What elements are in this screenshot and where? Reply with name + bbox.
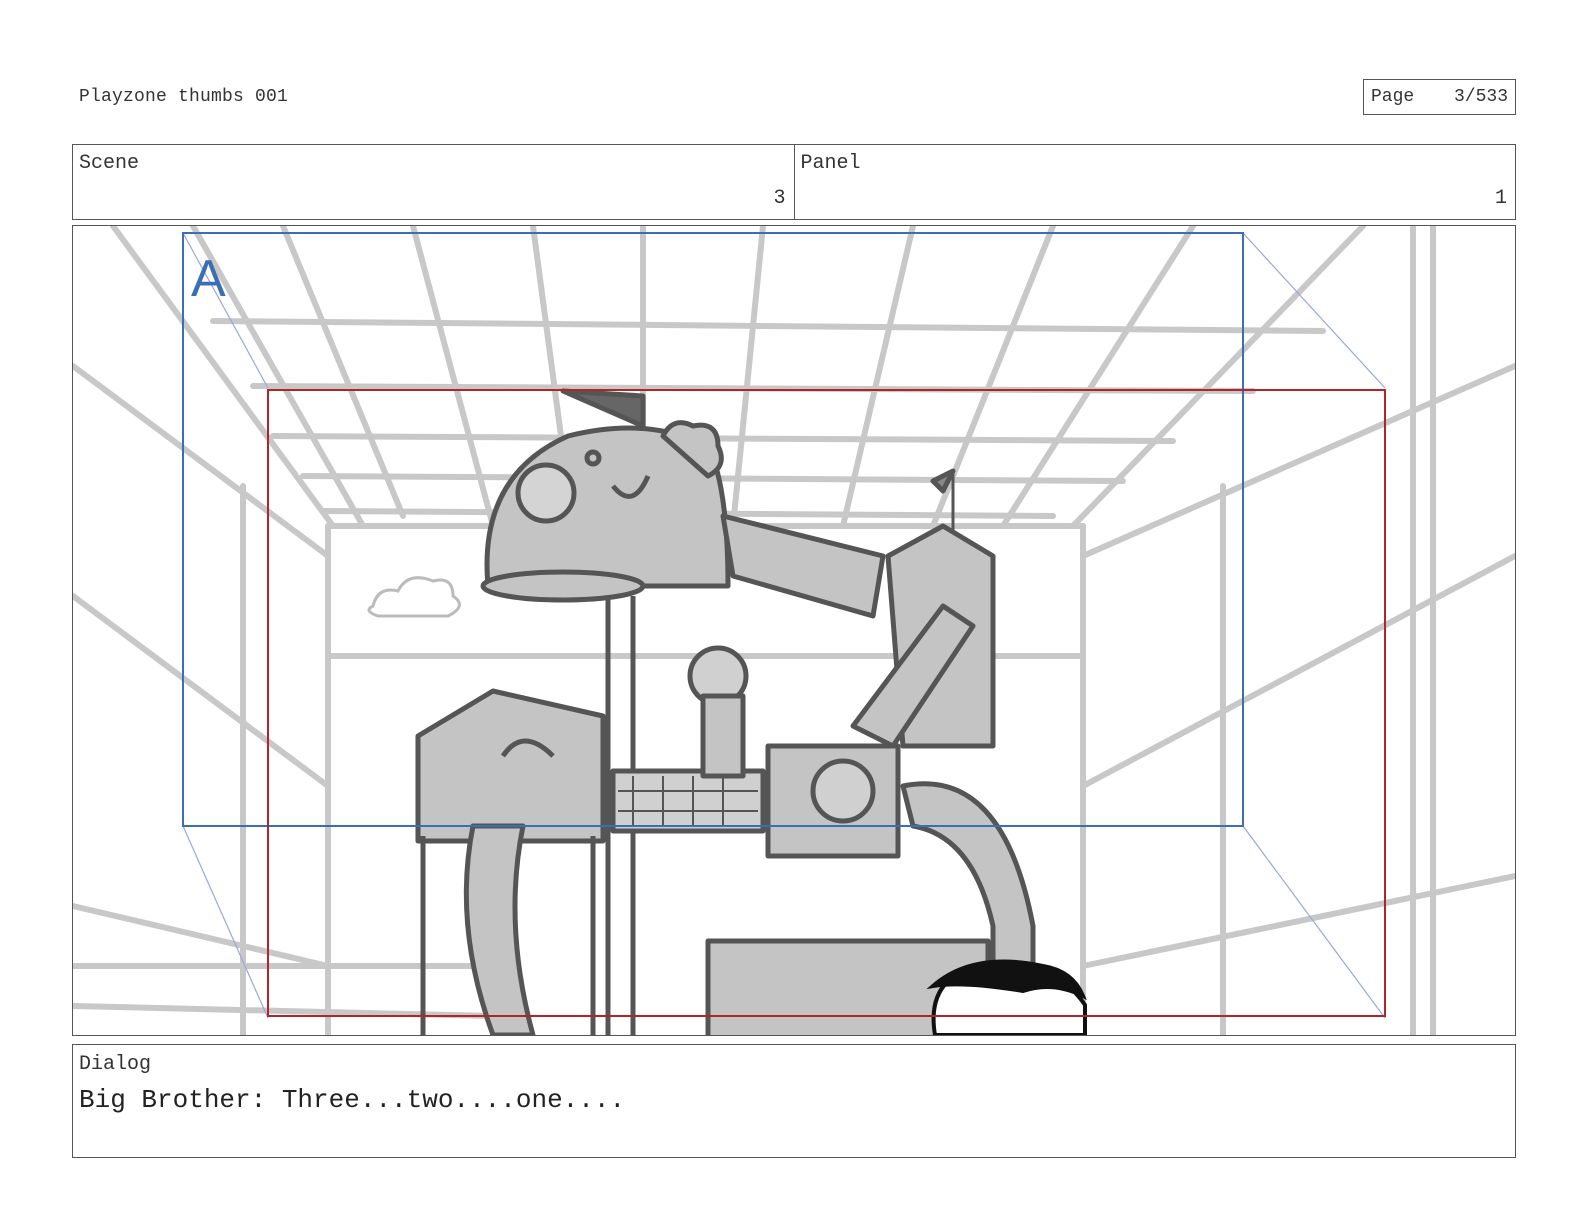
camera-frame-label: A bbox=[191, 250, 226, 308]
scene-panel-header: Scene 3 Panel 1 bbox=[72, 144, 1516, 220]
big-brother-head-sketch bbox=[926, 959, 1087, 1035]
panel-cell: Panel 1 bbox=[793, 145, 1516, 219]
cloud-sketch bbox=[367, 576, 461, 618]
scene-cell: Scene 3 bbox=[73, 145, 794, 219]
dialog-text: Big Brother: Three...two....one.... bbox=[79, 1085, 626, 1115]
playground-structure bbox=[415, 388, 1036, 1035]
page-label: Page bbox=[1371, 87, 1415, 107]
storyboard-panel: A bbox=[72, 225, 1516, 1036]
camera-move-connectors bbox=[182, 232, 1386, 1019]
panel-label: Panel bbox=[800, 152, 861, 175]
panel-number: 1 bbox=[1494, 187, 1507, 210]
dialog-label: Dialog bbox=[79, 1053, 152, 1076]
dialog-box: Dialog Big Brother: Three...two....one..… bbox=[72, 1044, 1516, 1158]
panel-sketch: A bbox=[73, 226, 1515, 1035]
page-number: 3/533 bbox=[1453, 87, 1508, 107]
scene-label: Scene bbox=[79, 152, 140, 175]
camera-frame-b bbox=[267, 389, 1386, 1017]
page-indicator: Page 3/533 bbox=[1363, 79, 1516, 115]
scene-number: 3 bbox=[773, 187, 786, 210]
room-background-sketch bbox=[73, 226, 1515, 1035]
document-title: Playzone thumbs 001 bbox=[79, 87, 289, 107]
